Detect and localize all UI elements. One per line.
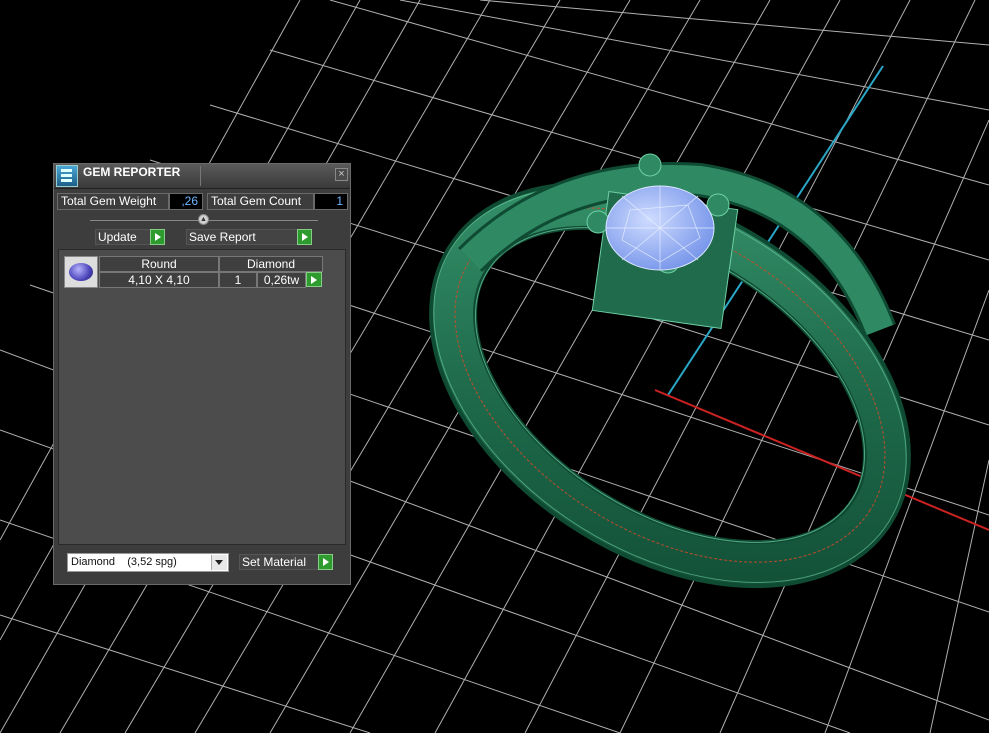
ring-model <box>429 153 911 589</box>
total-gem-count-value: 1 <box>314 193 348 210</box>
gem-count: 1 <box>219 272 257 288</box>
update-label: Update <box>98 230 137 244</box>
gem-list[interactable]: Round Diamond 4,10 X 4,10 1 0,26tw <box>58 249 346 545</box>
collapse-icon[interactable]: ▲ <box>198 214 209 225</box>
gem-material: Diamond <box>219 256 323 272</box>
gem-shape: Round <box>99 256 219 272</box>
titlebar[interactable]: GEM REPORTER × <box>54 164 350 189</box>
close-icon[interactable]: × <box>335 168 348 181</box>
total-gem-weight-label: Total Gem Weight <box>57 193 169 210</box>
play-arrow-icon <box>297 229 312 245</box>
play-arrow-icon <box>150 229 165 245</box>
gem-weight: 0,26tw <box>257 272 306 288</box>
title-separator <box>200 166 201 186</box>
gem-reporter-panel: GEM REPORTER × Total Gem Weight ,26 Tota… <box>53 163 351 585</box>
total-gem-count-label: Total Gem Count <box>207 193 314 210</box>
gem-thumbnail <box>64 256 98 288</box>
material-select-value: Diamond (3,52 spg) <box>71 556 177 568</box>
gem-size: 4,10 X 4,10 <box>99 272 219 288</box>
x-axis-line <box>654 389 989 531</box>
panel-title: GEM REPORTER <box>83 165 181 179</box>
dropdown-arrow-icon <box>211 555 227 570</box>
set-material-button[interactable]: Set Material <box>239 554 333 570</box>
material-select[interactable]: Diamond (3,52 spg) <box>67 553 229 572</box>
app-icon <box>56 165 78 187</box>
save-report-label: Save Report <box>189 230 256 244</box>
set-material-label: Set Material <box>242 555 307 569</box>
play-arrow-icon <box>318 554 333 570</box>
save-report-button[interactable]: Save Report <box>186 229 312 245</box>
total-gem-weight-value: ,26 <box>169 193 203 210</box>
update-button[interactable]: Update <box>95 229 165 245</box>
play-arrow-icon[interactable] <box>306 272 322 287</box>
